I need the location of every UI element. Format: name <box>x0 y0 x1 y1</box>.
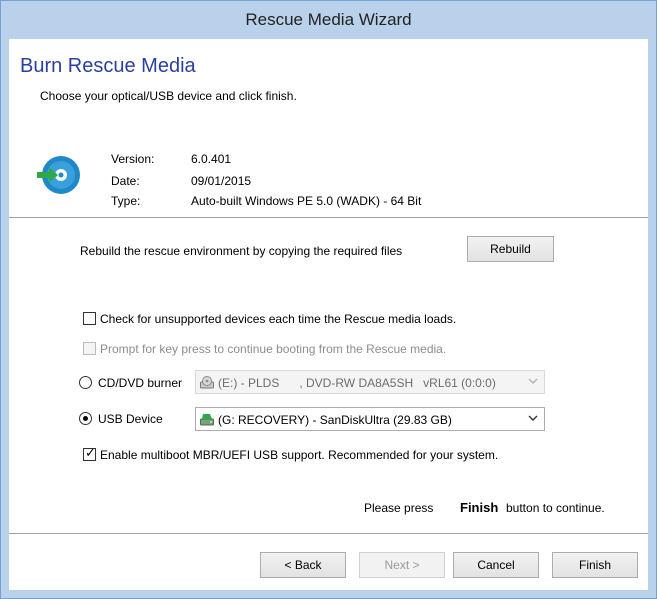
check-unsupported-label[interactable]: Check for unsupported devices each time … <box>100 312 456 326</box>
usb-device-select[interactable]: (G: RECOVERY) - SanDiskUltra (29.83 GB) <box>195 407 545 431</box>
wizard-content: Burn Rescue Media Choose your optical/US… <box>9 39 648 590</box>
type-value: Auto-built Windows PE 5.0 (WADK) - 64 Bi… <box>191 194 422 208</box>
finish-message-suffix: button to continue. <box>506 501 605 515</box>
rebuild-button[interactable]: Rebuild <box>467 236 554 262</box>
cd-dvd-label[interactable]: CD/DVD burner <box>98 376 182 390</box>
finish-message-prefix: Please press <box>364 501 434 515</box>
multiboot-checkbox[interactable]: ✓ <box>83 446 96 461</box>
prompt-keypress-label: Prompt for key press to continue booting… <box>100 342 447 356</box>
back-button[interactable]: < Back <box>260 552 346 578</box>
cd-dvd-device-select[interactable]: (E:) - PLDS , DVD-RW DA8A5SH vRL61 (0:0:… <box>195 370 545 394</box>
next-button[interactable]: Next > <box>359 552 445 578</box>
window-title: Rescue Media Wizard <box>245 10 412 29</box>
radio-selected-dot <box>83 416 88 421</box>
prompt-keypress-checkbox[interactable] <box>83 342 96 355</box>
wizard-window: Rescue Media Wizard Burn Rescue Media Ch… <box>0 0 657 599</box>
type-label: Type: <box>111 194 141 208</box>
page-subtitle: Choose your optical/USB device and click… <box>40 89 297 103</box>
divider-bottom <box>9 533 648 534</box>
disc-arrow-icon <box>37 156 80 194</box>
usb-device-radio[interactable] <box>79 412 92 425</box>
finish-message-bold: Finish <box>460 500 499 515</box>
chevron-down-icon <box>528 415 538 421</box>
rebuild-description: Rebuild the rescue environment by copyin… <box>80 244 403 258</box>
usb-device-value: (G: RECOVERY) - SanDiskUltra (29.83 GB) <box>218 413 452 427</box>
cd-dvd-radio[interactable] <box>79 376 92 389</box>
date-label: Date: <box>111 174 140 188</box>
divider-top <box>9 217 648 218</box>
date-value: 09/01/2015 <box>191 174 252 188</box>
version-value: 6.0.401 <box>191 152 232 166</box>
check-unsupported-checkbox[interactable] <box>83 312 96 325</box>
title-bar[interactable]: Rescue Media Wizard <box>1 1 656 39</box>
page-title: Burn Rescue Media <box>20 55 196 77</box>
multiboot-label[interactable]: Enable multiboot MBR/UEFI USB support. R… <box>100 448 498 462</box>
chevron-down-icon <box>528 378 538 384</box>
optical-drive-icon <box>200 376 214 389</box>
cd-dvd-device-value: (E:) - PLDS , DVD-RW DA8A5SH vRL61 (0:0:… <box>218 376 496 390</box>
cancel-button[interactable]: Cancel <box>453 552 539 578</box>
usb-device-label[interactable]: USB Device <box>98 412 163 426</box>
finish-button[interactable]: Finish <box>552 552 638 578</box>
version-label: Version: <box>111 152 155 166</box>
usb-drive-icon <box>200 414 214 426</box>
checkmark-icon: ✓ <box>85 446 96 461</box>
